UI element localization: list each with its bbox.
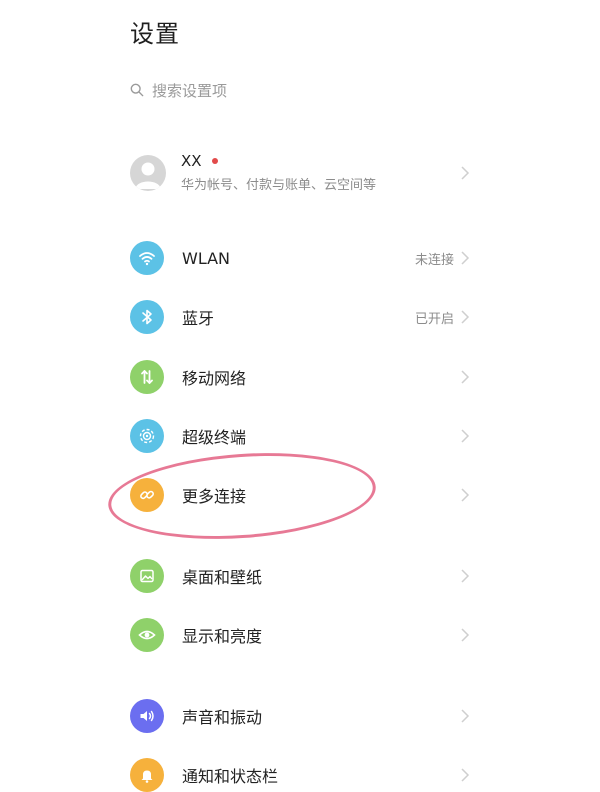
settings-item-label: 超级终端 [182, 428, 247, 447]
chevron-right-icon [461, 768, 470, 782]
search-input[interactable]: 搜索设置项 [152, 80, 227, 101]
settings-item-sound-vibration[interactable]: 声音和振动 [130, 699, 470, 733]
bluetooth-icon [130, 300, 164, 334]
settings-item-label: 通知和状态栏 [182, 767, 279, 786]
settings-item-bluetooth[interactable]: 蓝牙 已开启 [130, 300, 470, 334]
settings-item-wlan[interactable]: WLAN 未连接 [130, 241, 470, 275]
sound-icon [130, 699, 164, 733]
chevron-right-icon [461, 569, 470, 583]
settings-item-value: 已开启 [414, 311, 454, 327]
settings-item-label: 显示和亮度 [182, 627, 263, 646]
page-title: 设置 [130, 20, 180, 48]
notification-dot [211, 158, 218, 164]
bell-icon [130, 758, 164, 792]
chevron-right-icon [461, 628, 470, 642]
settings-item-notifications-status-bar[interactable]: 通知和状态栏 [130, 758, 470, 792]
account-name: XX [181, 152, 202, 170]
chevron-right-icon [461, 251, 470, 265]
chevron-right-icon [461, 429, 470, 443]
account-subtitle: 华为帐号、付款与账单、云空间等 [181, 178, 377, 193]
wallpaper-icon [130, 559, 164, 593]
settings-item-value: 未连接 [414, 252, 454, 268]
user-icon [135, 162, 161, 189]
settings-item-label: 蓝牙 [182, 309, 215, 328]
chevron-right-icon [461, 488, 470, 502]
chevron-right-icon [461, 709, 470, 723]
settings-item-label: 声音和振动 [182, 708, 263, 727]
chevron-right-icon [461, 165, 470, 180]
settings-item-label: WLAN [182, 248, 231, 268]
search-icon [130, 83, 144, 97]
settings-item-display-brightness[interactable]: 显示和亮度 [130, 618, 470, 652]
settings-item-label: 桌面和壁纸 [182, 568, 263, 587]
super-device-icon [130, 419, 164, 453]
highlight-annotation [105, 444, 379, 548]
mobile-data-icon [130, 360, 164, 394]
search-bar[interactable]: 搜索设置项 [130, 78, 227, 102]
chevron-right-icon [461, 310, 470, 324]
wifi-icon [130, 241, 164, 275]
settings-item-super-device[interactable]: 超级终端 [130, 419, 470, 453]
settings-item-label: 移动网络 [182, 369, 247, 388]
account-row[interactable]: XX 华为帐号、付款与账单、云空间等 [130, 152, 470, 193]
settings-item-desktop-wallpaper[interactable]: 桌面和壁纸 [130, 559, 470, 593]
chevron-right-icon [461, 370, 470, 384]
eye-icon [130, 618, 164, 652]
settings-item-mobile-network[interactable]: 移动网络 [130, 360, 470, 394]
avatar [130, 154, 166, 191]
